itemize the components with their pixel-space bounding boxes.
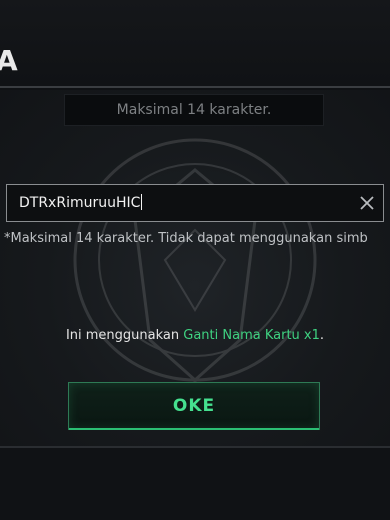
screen-title: A <box>0 44 19 77</box>
rename-dialog: Maksimal 14 karakter. DTRxRimuruuHIC *Ma… <box>0 90 390 446</box>
usage-info: Ini menggunakan Ganti Nama Kartu x1. <box>0 327 390 345</box>
usage-prefix: Ini menggunakan <box>65 328 184 343</box>
top-bar: A <box>0 0 390 88</box>
bottom-panel <box>0 446 390 520</box>
card-name-text: DTRxRimuruuHIC <box>19 195 141 211</box>
card-name-value[interactable]: DTRxRimuruuHIC <box>19 193 143 213</box>
close-icon[interactable] <box>357 193 377 213</box>
input-rules-note: *Maksimal 14 karakter. Tidak dapat mengg… <box>4 231 368 246</box>
ok-button-label: OKE <box>172 396 216 416</box>
usage-suffix: . <box>319 328 325 343</box>
max-length-hint: Maksimal 14 karakter. <box>64 94 324 126</box>
rename-card-screen: A Maksimal 14 karakter. DTRxRimuruuHIC *… <box>0 0 390 520</box>
text-caret <box>141 194 143 210</box>
ok-button[interactable]: OKE <box>68 382 320 430</box>
usage-item: Ganti Nama Kartu x1 <box>183 328 320 343</box>
card-name-input[interactable]: DTRxRimuruuHIC <box>6 184 384 222</box>
